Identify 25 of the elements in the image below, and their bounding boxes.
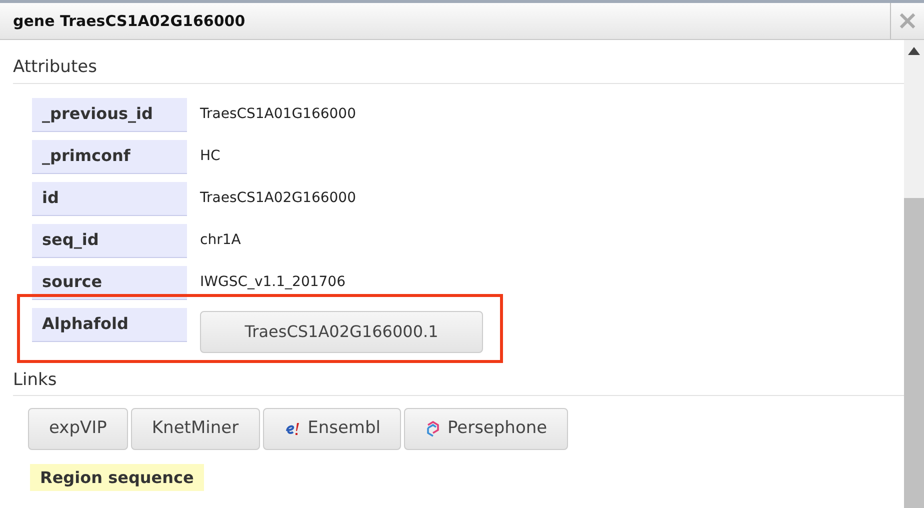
link-button[interactable]: KnetMiner <box>130 408 260 450</box>
link-button[interactable]: expVIP <box>28 408 128 450</box>
attribute-key: source <box>32 266 187 300</box>
attribute-value: TraesCS1A01G166000 <box>200 105 356 124</box>
attribute-key: id <box>32 182 187 216</box>
link-button[interactable]: Persephone <box>404 408 568 450</box>
scrollbar-thumb[interactable] <box>904 198 924 508</box>
attribute-key: Alphafold <box>32 308 187 342</box>
scroll-up-arrow-icon[interactable] <box>908 47 920 55</box>
attribute-value: TraesCS1A02G166000 <box>200 189 356 208</box>
attribute-key: _previous_id <box>32 98 187 132</box>
persephone-logo-icon <box>425 421 442 437</box>
attribute-key: seq_id <box>32 224 187 258</box>
scrollbar[interactable] <box>904 40 924 508</box>
section-heading: Links <box>13 368 904 396</box>
section-heading: Attributes <box>13 55 904 84</box>
ensembl-logo-icon <box>284 421 302 437</box>
attribute-value: HC <box>200 147 220 166</box>
link-button[interactable]: Ensembl <box>262 408 402 450</box>
region-sequence-label: Region sequence <box>30 464 204 491</box>
attribute-value: chr1A <box>200 231 241 250</box>
attribute-key: _primconf <box>32 140 187 174</box>
dialog-title: gene TraesCS1A02G166000 <box>12 10 246 32</box>
alphafold-button[interactable]: TraesCS1A02G166000.1 <box>200 310 483 352</box>
attribute-value: IWGSC_v1.1_201706 <box>200 273 346 292</box>
